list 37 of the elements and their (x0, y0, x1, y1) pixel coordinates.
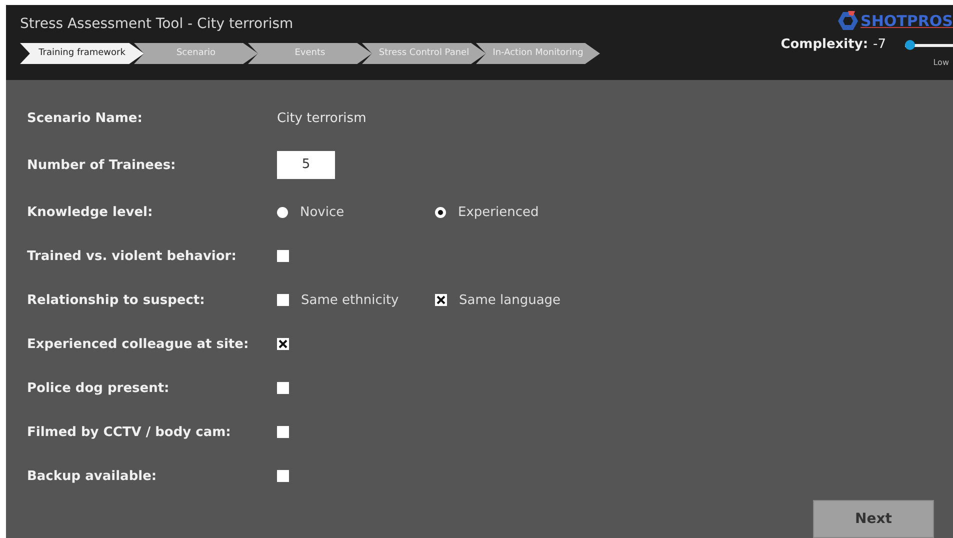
radio-button[interactable] (435, 206, 446, 218)
field-label: Experienced colleague at site: (27, 336, 250, 352)
logo-text: SHOTPROS (860, 12, 953, 30)
checkbox[interactable] (277, 470, 289, 482)
logo-icon (836, 11, 859, 31)
slider-caption: Low (933, 58, 949, 67)
field-label: Police dog present: (27, 380, 170, 396)
option-label: Novice (300, 204, 344, 220)
field-label: Filmed by CCTV / body cam: (27, 424, 232, 440)
field-label: Scenario Name: (27, 110, 144, 126)
step-tab[interactable]: Stress Control Panel (362, 43, 486, 64)
number-field[interactable]: 5 (277, 151, 335, 179)
field-label: Knowledge level: (27, 204, 154, 220)
step-tab[interactable]: Training framework (20, 43, 144, 64)
field-label: Number of Trainees: (27, 158, 177, 172)
complexity-value: -7 (873, 37, 886, 52)
checkbox[interactable] (277, 338, 289, 350)
checkbox[interactable] (277, 294, 289, 306)
field-label: Trained vs. violent behavior: (27, 248, 238, 264)
option-label: Same ethnicity (301, 292, 399, 308)
complexity-label: Complexity: (780, 37, 868, 52)
checkbox[interactable] (277, 250, 289, 262)
radio-button[interactable] (277, 206, 288, 218)
step-tab[interactable]: Events (248, 43, 372, 64)
checkbox[interactable] (435, 294, 447, 306)
complexity-slider[interactable] (905, 40, 953, 50)
option-label: Experienced (458, 204, 539, 220)
window-title: Stress Assessment Tool - City terrorism (20, 16, 294, 32)
checkbox[interactable] (277, 426, 289, 438)
step-tab[interactable]: Scenario (134, 43, 258, 64)
field-label: Backup available: (27, 468, 158, 484)
option-label: Same language (459, 292, 561, 308)
scenario-name-value: City terrorism (277, 110, 366, 126)
field-label: Relationship to suspect: (27, 292, 206, 308)
step-tab[interactable]: In-Action Monitoring (476, 43, 600, 64)
next-button[interactable]: Next (813, 500, 934, 538)
checkbox[interactable] (277, 382, 289, 394)
